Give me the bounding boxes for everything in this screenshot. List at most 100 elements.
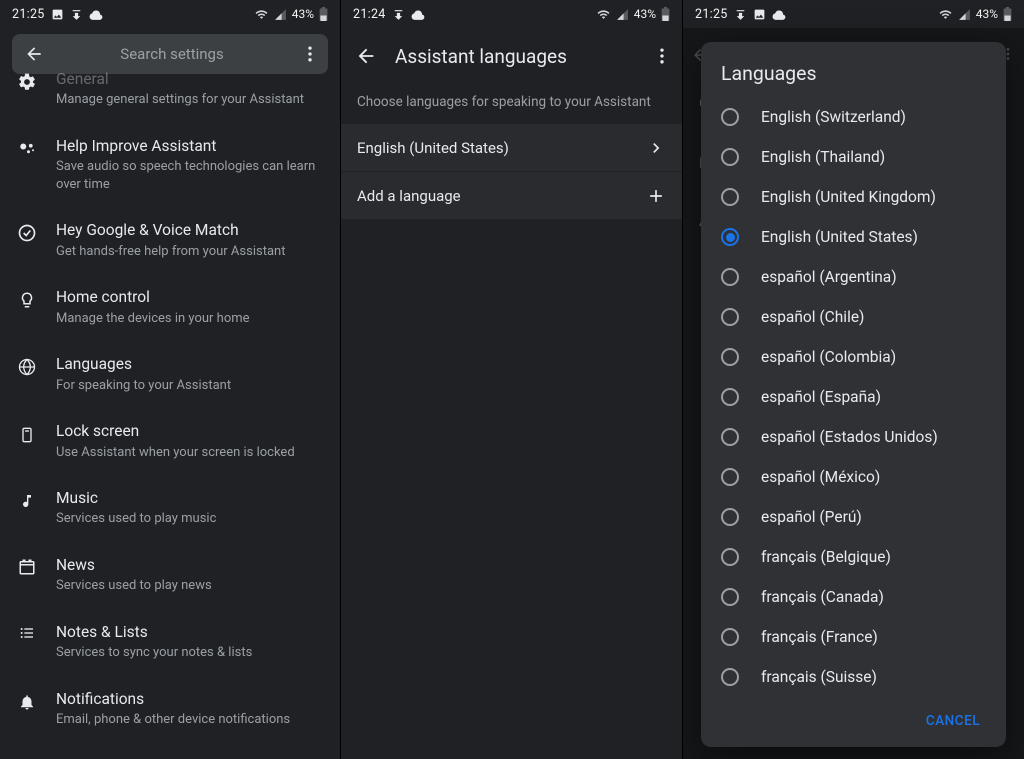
item-title: News — [56, 556, 324, 575]
radio-icon — [721, 268, 739, 286]
image-icon — [51, 8, 64, 21]
signal-icon — [616, 8, 629, 21]
language-option[interactable]: español (México) — [701, 457, 1006, 497]
list-item[interactable]: Payments Payment methods & purchase appr… — [0, 743, 340, 759]
status-bar: 21:24 43% — [341, 0, 682, 28]
radio-icon — [721, 228, 739, 246]
back-arrow-icon[interactable] — [355, 45, 377, 67]
radio-icon — [721, 548, 739, 566]
language-option-label: español (Chile) — [761, 308, 864, 326]
plus-icon — [646, 186, 666, 206]
list-item[interactable]: Music Services used to play music — [0, 475, 340, 542]
list-item[interactable]: Help Improve Assistant Save audio so spe… — [0, 123, 340, 207]
page-title: Assistant languages — [395, 45, 634, 68]
list-icon — [17, 625, 37, 641]
signal-icon — [958, 8, 971, 21]
language-option[interactable]: English (United Kingdom) — [701, 177, 1006, 217]
language-option-label: English (Switzerland) — [761, 108, 906, 126]
status-bar: 21:25 43% — [0, 0, 340, 28]
list-item[interactable]: General Manage general settings for your… — [0, 70, 340, 123]
language-option[interactable]: español (Estados Unidos) — [701, 417, 1006, 457]
item-title: Notes & Lists — [56, 623, 324, 642]
more-vert-icon[interactable] — [652, 46, 672, 66]
list-item[interactable]: News Services used to play news — [0, 542, 340, 609]
list-item[interactable]: Hey Google & Voice Match Get hands-free … — [0, 207, 340, 274]
list-item[interactable]: Notes & Lists Services to sync your note… — [0, 609, 340, 676]
item-sub: Manage general settings for your Assista… — [56, 91, 324, 109]
language-option[interactable]: français (Suisse) — [701, 657, 1006, 697]
item-title: Help Improve Assistant — [56, 137, 324, 156]
news-icon — [18, 558, 36, 576]
download-icon — [70, 8, 83, 21]
list-item[interactable]: Home control Manage the devices in your … — [0, 274, 340, 341]
cloud-icon — [772, 8, 786, 21]
music-note-icon — [19, 491, 35, 511]
language-option[interactable]: français (Canada) — [701, 577, 1006, 617]
download-icon — [392, 8, 405, 21]
language-option-label: français (France) — [761, 628, 878, 646]
language-option[interactable]: français (France) — [701, 617, 1006, 657]
download-icon — [734, 8, 747, 21]
language-options-list[interactable]: English (Switzerland) English (Thailand) E… — [701, 95, 1006, 699]
pane-settings: 21:25 43% Search settings General Manage… — [0, 0, 341, 759]
language-option[interactable]: français (Belgique) — [701, 537, 1006, 577]
language-option-label: français (Belgique) — [761, 548, 891, 566]
item-title: Languages — [56, 355, 324, 374]
battery-icon — [319, 7, 328, 21]
radio-icon — [721, 628, 739, 646]
wifi-icon — [254, 8, 269, 21]
settings-list: General Manage general settings for your… — [0, 70, 340, 759]
language-option[interactable]: English (United States) — [701, 217, 1006, 257]
battery-icon — [1003, 7, 1012, 21]
voice-match-icon — [17, 223, 37, 243]
language-option[interactable]: español (España) — [701, 377, 1006, 417]
language-option-label: español (Argentina) — [761, 268, 897, 286]
gear-icon — [17, 72, 37, 92]
radio-icon — [721, 668, 739, 686]
radio-icon — [721, 188, 739, 206]
status-time: 21:24 — [353, 7, 386, 22]
search-bar[interactable]: Search settings — [12, 34, 328, 74]
language-option[interactable]: español (Chile) — [701, 297, 1006, 337]
language-option-label: español (Perú) — [761, 508, 862, 526]
cloud-icon — [411, 8, 425, 21]
item-sub: Services used to play news — [56, 577, 324, 595]
image-icon — [753, 8, 766, 21]
language-option-label: español (España) — [761, 388, 881, 406]
language-option[interactable]: English (Thailand) — [701, 137, 1006, 177]
cancel-button[interactable]: CANCEL — [918, 707, 988, 735]
radio-icon — [721, 348, 739, 366]
signal-icon — [274, 8, 287, 21]
back-arrow-icon[interactable] — [24, 44, 44, 64]
radio-icon — [721, 108, 739, 126]
add-language-row[interactable]: Add a language — [341, 172, 682, 220]
primary-language-row[interactable]: English (United States) — [341, 124, 682, 172]
item-sub: Get hands-free help from your Assistant — [56, 243, 324, 261]
battery-text: 43% — [634, 7, 656, 21]
language-option-label: English (United Kingdom) — [761, 188, 936, 206]
chevron-right-icon — [646, 138, 666, 158]
item-sub: Use Assistant when your screen is locked — [56, 444, 324, 462]
item-sub: Manage the devices in your home — [56, 310, 324, 328]
add-language-label: Add a language — [357, 187, 461, 205]
pane-language-dialog: 21:25 43% C E A Languages English (Switz… — [683, 0, 1024, 759]
language-option-label: español (Colombia) — [761, 348, 896, 366]
item-sub: For speaking to your Assistant — [56, 377, 324, 395]
radio-icon — [721, 588, 739, 606]
radio-icon — [721, 428, 739, 446]
list-item[interactable]: Languages For speaking to your Assistant — [0, 341, 340, 408]
language-option[interactable]: español (Colombia) — [701, 337, 1006, 377]
language-option[interactable]: español (Perú) — [701, 497, 1006, 537]
language-option-label: español (México) — [761, 468, 880, 486]
bell-icon — [18, 692, 36, 712]
language-option[interactable]: English (Switzerland) — [701, 97, 1006, 137]
language-option[interactable]: español (Argentina) — [701, 257, 1006, 297]
list-item[interactable]: Notifications Email, phone & other devic… — [0, 676, 340, 743]
status-bar: 21:25 43% — [683, 0, 1024, 28]
battery-text: 43% — [976, 7, 998, 21]
item-title: Home control — [56, 288, 324, 307]
list-item[interactable]: Lock screen Use Assistant when your scre… — [0, 408, 340, 475]
languages-description: Choose languages for speaking to your As… — [341, 84, 682, 124]
more-vert-icon[interactable] — [300, 44, 320, 64]
language-option-label: français (Suisse) — [761, 668, 877, 686]
